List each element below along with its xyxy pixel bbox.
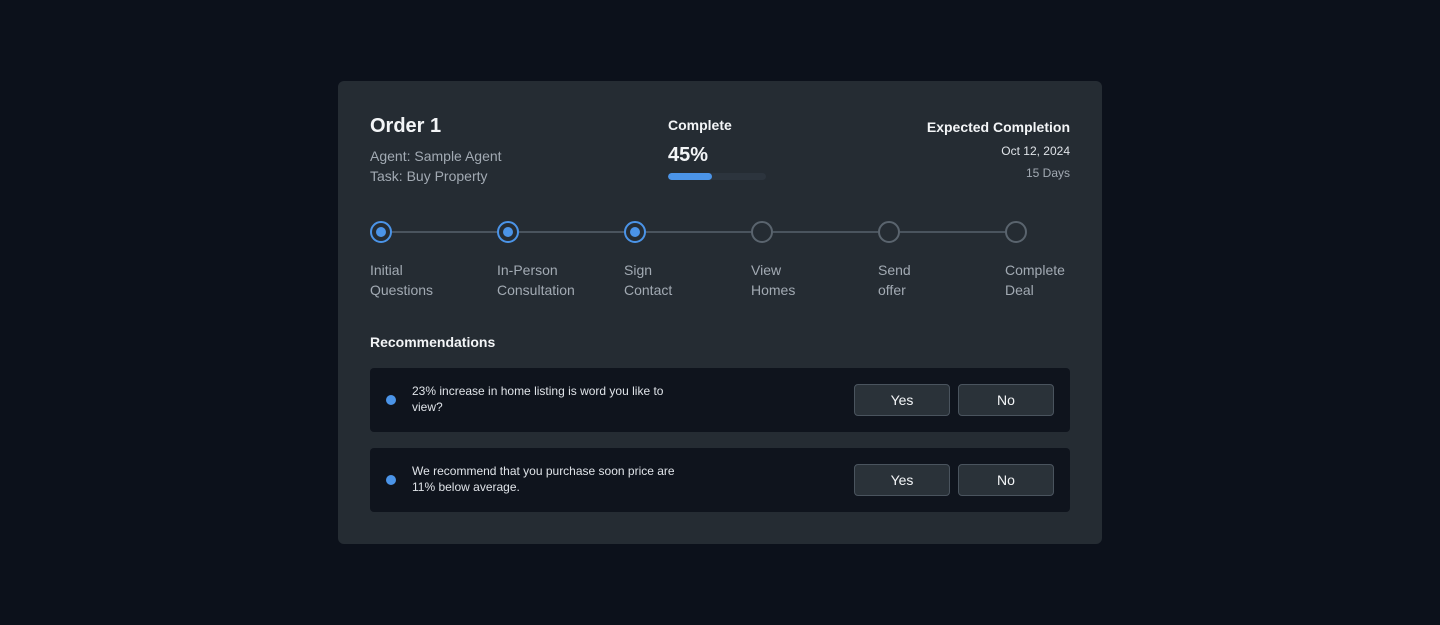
recommendation-item: We recommend that you purchase soon pric… [370, 448, 1070, 512]
step-status-icon [624, 221, 646, 243]
order-card: Order 1 Agent: Sample Agent Task: Buy Pr… [338, 81, 1102, 544]
yes-button[interactable]: Yes [854, 464, 950, 496]
step-label: Complete Deal [1005, 262, 1065, 298]
step-status-icon [878, 221, 900, 243]
yes-button[interactable]: Yes [854, 384, 950, 416]
step-label: In-Person Consultation [497, 262, 575, 298]
bullet-dot-icon [386, 475, 396, 485]
completion-progress: Complete 45% [668, 117, 766, 180]
step-label: View Homes [751, 262, 796, 298]
step-initial-questions[interactable]: Initial Questions [370, 221, 490, 300]
recommendation-text: We recommend that you purchase soon pric… [412, 464, 675, 494]
step-status-icon [497, 221, 519, 243]
progress-stepper: Initial Questions In-Person Consultation… [370, 221, 1070, 311]
task-text: Task: Buy Property [370, 168, 488, 184]
recommendation-item: 23% increase in home listing is word you… [370, 368, 1070, 432]
agent-text: Agent: Sample Agent [370, 148, 502, 164]
progress-bar [668, 173, 766, 180]
step-in-person-consultation[interactable]: In-Person Consultation [497, 221, 617, 300]
recommendation-text: 23% increase in home listing is word you… [412, 384, 664, 414]
order-title: Order 1 [370, 115, 442, 137]
complete-percent: 45% [668, 144, 709, 166]
complete-label: Complete [668, 117, 732, 133]
no-button[interactable]: No [958, 464, 1054, 496]
progress-bar-fill [668, 173, 713, 180]
step-label: Sign Contact [624, 262, 673, 298]
step-sign-contact[interactable]: Sign Contact [624, 221, 744, 300]
step-status-icon [751, 221, 773, 243]
expected-completion-days: 15 Days [1025, 166, 1070, 180]
step-label: Send offer [878, 262, 911, 298]
recommendations-heading: Recommendations [370, 334, 496, 350]
expected-completion-date: Oct 12, 2024 [1001, 144, 1070, 158]
step-send-offer[interactable]: Send offer [878, 221, 998, 300]
step-label: Initial Questions [370, 262, 434, 298]
expected-completion-label: Expected Completion [926, 119, 1070, 135]
bullet-dot-icon [386, 395, 396, 405]
expected-completion: Expected Completion Oct 12, 2024 15 Days [927, 119, 1070, 180]
step-status-icon [370, 221, 392, 243]
no-button[interactable]: No [958, 384, 1054, 416]
step-view-homes[interactable]: View Homes [751, 221, 871, 300]
step-complete-deal[interactable]: Complete Deal [1005, 221, 1125, 300]
step-status-icon [1005, 221, 1027, 243]
